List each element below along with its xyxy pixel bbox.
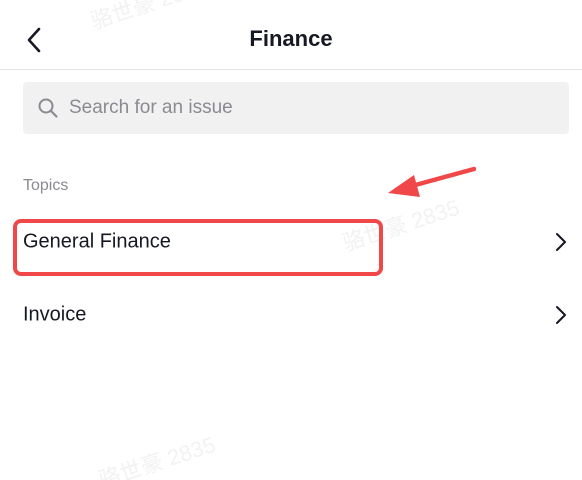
topics-section-label: Topics (23, 177, 69, 194)
header: Finance (0, 0, 582, 70)
search-placeholder: Search for an issue (69, 97, 233, 118)
annotation-arrow-icon (388, 166, 477, 197)
chevron-right-icon (554, 231, 568, 253)
highlight-annotation-box (13, 219, 383, 276)
topic-item-label: Invoice (23, 303, 87, 326)
page-title: Finance (249, 26, 333, 51)
chevron-right-icon (554, 304, 568, 326)
search-icon (37, 97, 59, 119)
watermark-text: 骆世豪 2835 (95, 431, 219, 480)
search-input[interactable]: Search for an issue (23, 82, 569, 134)
finance-help-page: 骆世豪 2835 骆世豪 2835 骆世豪 2835 Finance Searc… (0, 0, 582, 480)
topic-item-invoice[interactable]: Invoice (0, 285, 582, 345)
